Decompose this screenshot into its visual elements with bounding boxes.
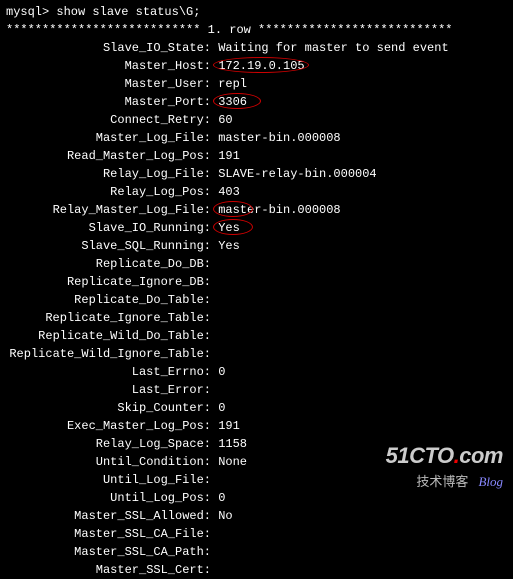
status-row: Replicate_Ignore_Table: (6, 309, 507, 327)
status-value: 172.19.0.105 (211, 57, 305, 75)
status-label: Master_Port: (6, 93, 211, 111)
status-label: Slave_IO_State: (6, 39, 211, 57)
status-label: Last_Errno: (6, 363, 211, 381)
status-label: Replicate_Wild_Ignore_Table: (6, 345, 211, 363)
status-label: Master_Host: (6, 57, 211, 75)
status-value (211, 273, 218, 291)
status-row: Master_SSL_CA_Path: (6, 543, 507, 561)
status-row: Master_SSL_CA_File: (6, 525, 507, 543)
status-label: Skip_Counter: (6, 399, 211, 417)
status-label: Replicate_Ignore_DB: (6, 273, 211, 291)
status-label: Last_Error: (6, 381, 211, 399)
status-row: Relay_Log_Space: 1158 (6, 435, 507, 453)
status-row: Master_SSL_Cert: (6, 561, 507, 579)
status-row: Exec_Master_Log_Pos: 191 (6, 417, 507, 435)
status-value (211, 561, 218, 579)
status-row: Replicate_Do_Table: (6, 291, 507, 309)
status-row: Read_Master_Log_Pos: 191 (6, 147, 507, 165)
status-row: Until_Condition: None (6, 453, 507, 471)
status-value (211, 471, 218, 489)
status-label: Master_SSL_Allowed: (6, 507, 211, 525)
status-row: Last_Errno: 0 (6, 363, 507, 381)
status-value: 0 (211, 363, 225, 381)
mysql-prompt: mysql> show slave status\G; (6, 3, 507, 21)
status-row: Replicate_Ignore_DB: (6, 273, 507, 291)
status-label: Read_Master_Log_Pos: (6, 147, 211, 165)
status-label: Replicate_Ignore_Table: (6, 309, 211, 327)
status-row: Until_Log_Pos: 0 (6, 489, 507, 507)
status-label: Until_Log_File: (6, 471, 211, 489)
status-row: Until_Log_File: (6, 471, 507, 489)
status-value: 191 (211, 147, 240, 165)
status-label: Relay_Log_Pos: (6, 183, 211, 201)
status-value: repl (211, 75, 247, 93)
status-value: No (211, 507, 233, 525)
status-label: Master_User: (6, 75, 211, 93)
status-value (211, 291, 218, 309)
status-value: 1158 (211, 435, 247, 453)
status-label: Master_SSL_Cert: (6, 561, 211, 579)
status-row: Master_SSL_Allowed: No (6, 507, 507, 525)
status-label: Slave_SQL_Running: (6, 237, 211, 255)
status-label: Slave_IO_Running: (6, 219, 211, 237)
status-value: 191 (211, 417, 240, 435)
status-label: Replicate_Do_Table: (6, 291, 211, 309)
status-row: Master_User: repl (6, 75, 507, 93)
status-label: Until_Log_Pos: (6, 489, 211, 507)
status-value (211, 345, 218, 363)
status-row: Skip_Counter: 0 (6, 399, 507, 417)
status-label: Master_SSL_CA_File: (6, 525, 211, 543)
status-value (211, 309, 218, 327)
status-value: Yes (211, 219, 240, 237)
status-row: Last_Error: (6, 381, 507, 399)
status-value (211, 543, 218, 561)
status-row: Master_Host: 172.19.0.105 (6, 57, 507, 75)
status-value: 403 (211, 183, 240, 201)
status-label: Connect_Retry: (6, 111, 211, 129)
status-value (211, 525, 218, 543)
status-row: Replicate_Wild_Do_Table: (6, 327, 507, 345)
status-label: Relay_Log_File: (6, 165, 211, 183)
status-value: master-bin.000008 (211, 129, 341, 147)
status-label: Until_Condition: (6, 453, 211, 471)
status-value: 0 (211, 489, 225, 507)
status-row: Slave_IO_Running: Yes (6, 219, 507, 237)
status-row: Relay_Log_File: SLAVE-relay-bin.000004 (6, 165, 507, 183)
status-value: 3306 (211, 93, 247, 111)
status-value: 0 (211, 399, 225, 417)
status-value: Waiting for master to send event (211, 39, 449, 57)
status-value (211, 381, 218, 399)
status-label: Master_SSL_CA_Path: (6, 543, 211, 561)
status-label: Exec_Master_Log_Pos: (6, 417, 211, 435)
status-row: Master_Log_File: master-bin.000008 (6, 129, 507, 147)
status-label: Relay_Master_Log_File: (6, 201, 211, 219)
status-value (211, 255, 218, 273)
status-row: Replicate_Wild_Ignore_Table: (6, 345, 507, 363)
status-value: Yes (211, 237, 240, 255)
status-row: Relay_Master_Log_File: master-bin.000008 (6, 201, 507, 219)
status-row: Replicate_Do_DB: (6, 255, 507, 273)
status-row: Slave_IO_State: Waiting for master to se… (6, 39, 507, 57)
status-output: Slave_IO_State: Waiting for master to se… (6, 39, 507, 579)
status-row: Relay_Log_Pos: 403 (6, 183, 507, 201)
status-row: Slave_SQL_Running: Yes (6, 237, 507, 255)
row-header: *************************** 1. row *****… (6, 21, 507, 39)
status-label: Replicate_Do_DB: (6, 255, 211, 273)
status-row: Master_Port: 3306 (6, 93, 507, 111)
status-value: master-bin.000008 (211, 201, 341, 219)
status-value (211, 327, 218, 345)
status-value: SLAVE-relay-bin.000004 (211, 165, 377, 183)
status-label: Relay_Log_Space: (6, 435, 211, 453)
status-value: 60 (211, 111, 233, 129)
status-label: Master_Log_File: (6, 129, 211, 147)
status-value: None (211, 453, 247, 471)
status-label: Replicate_Wild_Do_Table: (6, 327, 211, 345)
status-row: Connect_Retry: 60 (6, 111, 507, 129)
